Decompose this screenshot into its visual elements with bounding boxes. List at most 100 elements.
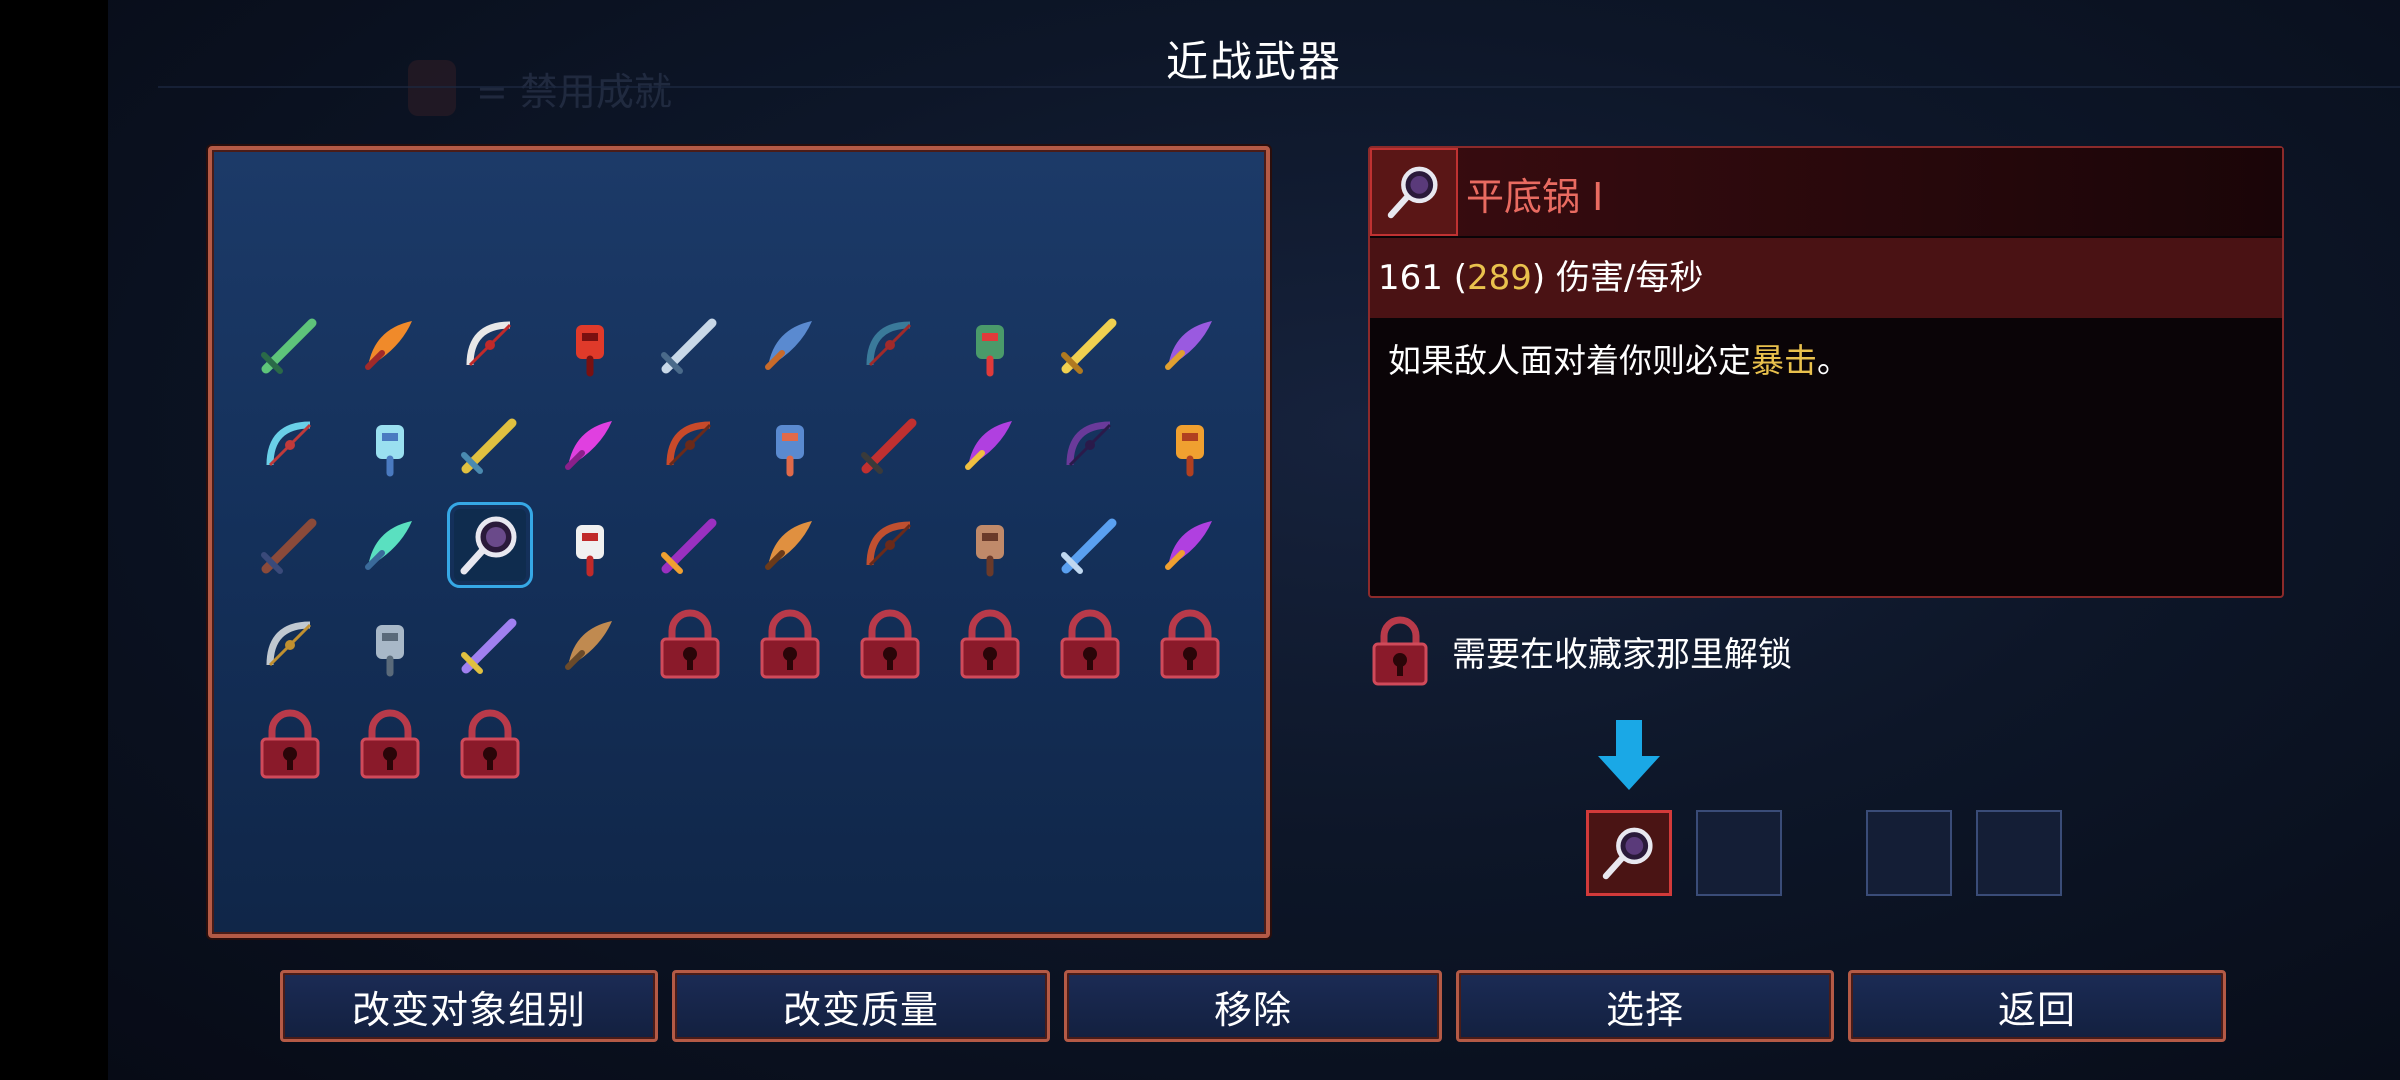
item-slot[interactable] — [840, 495, 940, 595]
item-slot[interactable] — [440, 295, 540, 395]
item-slot[interactable] — [740, 495, 840, 595]
item-slot[interactable] — [440, 495, 540, 595]
description-end: 。 — [1817, 341, 1850, 380]
lock-icon — [754, 609, 826, 681]
down-arrow-icon — [1598, 720, 1660, 790]
ice-bow-icon — [254, 409, 326, 481]
item-slot[interactable] — [1040, 395, 1140, 495]
back-button[interactable]: 返回 — [1848, 970, 2226, 1042]
item-slot[interactable] — [240, 295, 340, 395]
feather-dagger-icon — [254, 309, 326, 381]
lock-icon — [954, 609, 1026, 681]
change-group-button[interactable]: 改变对象组别 — [280, 970, 658, 1042]
frying-pan-icon — [1370, 148, 1458, 236]
item-slot[interactable] — [340, 395, 440, 495]
item-slot[interactable] — [540, 495, 640, 595]
dark-bow-icon — [254, 509, 326, 581]
blue-shovel-icon — [754, 309, 826, 381]
item-slot[interactable] — [340, 295, 440, 395]
item-slot[interactable] — [240, 595, 340, 695]
item-slot[interactable] — [340, 495, 440, 595]
purple-lantern-icon — [1154, 509, 1226, 581]
locked-item-slot[interactable] — [1040, 595, 1140, 695]
locked-item-slot[interactable] — [340, 695, 440, 795]
page-title: 近战武器 — [1165, 37, 1342, 86]
dps-base: 161 — [1378, 258, 1443, 298]
equip-slot-2[interactable] — [1696, 810, 1782, 896]
wooden-club-icon — [554, 609, 626, 681]
purple-scythe-icon — [654, 509, 726, 581]
equip-slot-3[interactable] — [1866, 810, 1952, 896]
item-name: 平底锅 I — [1466, 175, 1604, 219]
item-slot[interactable] — [540, 595, 640, 695]
item-slot[interactable] — [840, 295, 940, 395]
bloody-cleaver-icon — [454, 309, 526, 381]
lock-icon — [1372, 616, 1428, 686]
item-slot[interactable] — [640, 395, 740, 495]
item-slot[interactable] — [940, 295, 1040, 395]
remove-button[interactable]: 移除 — [1064, 970, 1442, 1042]
item-slot[interactable] — [340, 595, 440, 695]
purple-trident-icon — [1154, 309, 1226, 381]
lute-icon — [754, 509, 826, 581]
item-slot[interactable] — [1040, 295, 1140, 395]
item-slot[interactable] — [940, 395, 1040, 495]
dps-bonus: 289 — [1466, 258, 1532, 298]
frost-arrow-icon — [354, 409, 426, 481]
locked-item-slot[interactable] — [1140, 595, 1240, 695]
item-description: 如果敌人面对着你则必定暴击。 — [1388, 334, 1850, 382]
unlock-requirement: 需要在收藏家那里解锁 — [1370, 616, 1792, 686]
change-quality-button[interactable]: 改变质量 — [672, 970, 1050, 1042]
locked-item-slot[interactable] — [640, 595, 740, 695]
description-text: 如果敌人面对着你则必定 — [1388, 341, 1751, 380]
item-slot[interactable] — [440, 395, 540, 495]
fire-torch-icon — [1154, 409, 1226, 481]
katana-icon — [254, 609, 326, 681]
dark-spear-icon — [854, 309, 926, 381]
dps-close-paren: ) — [1531, 258, 1546, 298]
locked-item-slot[interactable] — [440, 695, 540, 795]
item-slot[interactable] — [540, 395, 640, 495]
item-slot[interactable] — [1140, 395, 1240, 495]
dps-stat: 161 (289) 伤害/每秒 — [1370, 238, 2282, 318]
equip-slot-4[interactable] — [1976, 810, 2062, 896]
item-detail-panel: 平底锅 I 161 (289) 伤害/每秒 如果敌人面对着你则必定暴击。 — [1368, 146, 2284, 598]
item-slot[interactable] — [1140, 495, 1240, 595]
item-slot[interactable] — [1040, 495, 1140, 595]
item-slot[interactable] — [240, 395, 340, 495]
item-slot[interactable] — [840, 395, 940, 495]
dps-label: 伤害/每秒 — [1555, 258, 1704, 298]
lock-icon — [254, 709, 326, 781]
lock-icon — [654, 609, 726, 681]
item-slot[interactable] — [640, 495, 740, 595]
item-slot[interactable] — [1140, 295, 1240, 395]
item-grid — [240, 295, 1240, 795]
item-slot[interactable] — [440, 595, 540, 695]
item-slot[interactable] — [640, 295, 740, 395]
item-slot[interactable] — [740, 395, 840, 495]
select-button[interactable]: 选择 — [1456, 970, 1834, 1042]
claw-glove-icon — [954, 509, 1026, 581]
locked-item-slot[interactable] — [240, 695, 340, 795]
boot-icon — [754, 409, 826, 481]
lock-icon — [354, 709, 426, 781]
equip-slot-1[interactable] — [1586, 810, 1672, 896]
locked-item-slot[interactable] — [940, 595, 1040, 695]
frying-pan-glyph — [1387, 166, 1438, 219]
locked-item-slot[interactable] — [840, 595, 940, 695]
item-slot[interactable] — [740, 295, 840, 395]
lock-icon — [1054, 609, 1126, 681]
war-hammer-icon — [454, 609, 526, 681]
cane-icon — [854, 509, 926, 581]
item-slot[interactable] — [540, 295, 640, 395]
item-slot[interactable] — [240, 495, 340, 595]
purple-goblet-icon — [954, 409, 1026, 481]
golden-sword-icon — [1054, 309, 1126, 381]
item-slot[interactable] — [940, 495, 1040, 595]
blue-rapier-icon — [1054, 509, 1126, 581]
locked-item-slot[interactable] — [740, 595, 840, 695]
crit-keyword: 暴击 — [1751, 341, 1817, 380]
magenta-bow-icon — [554, 409, 626, 481]
item-grid-panel — [208, 146, 1270, 938]
helmet-icon — [854, 409, 926, 481]
